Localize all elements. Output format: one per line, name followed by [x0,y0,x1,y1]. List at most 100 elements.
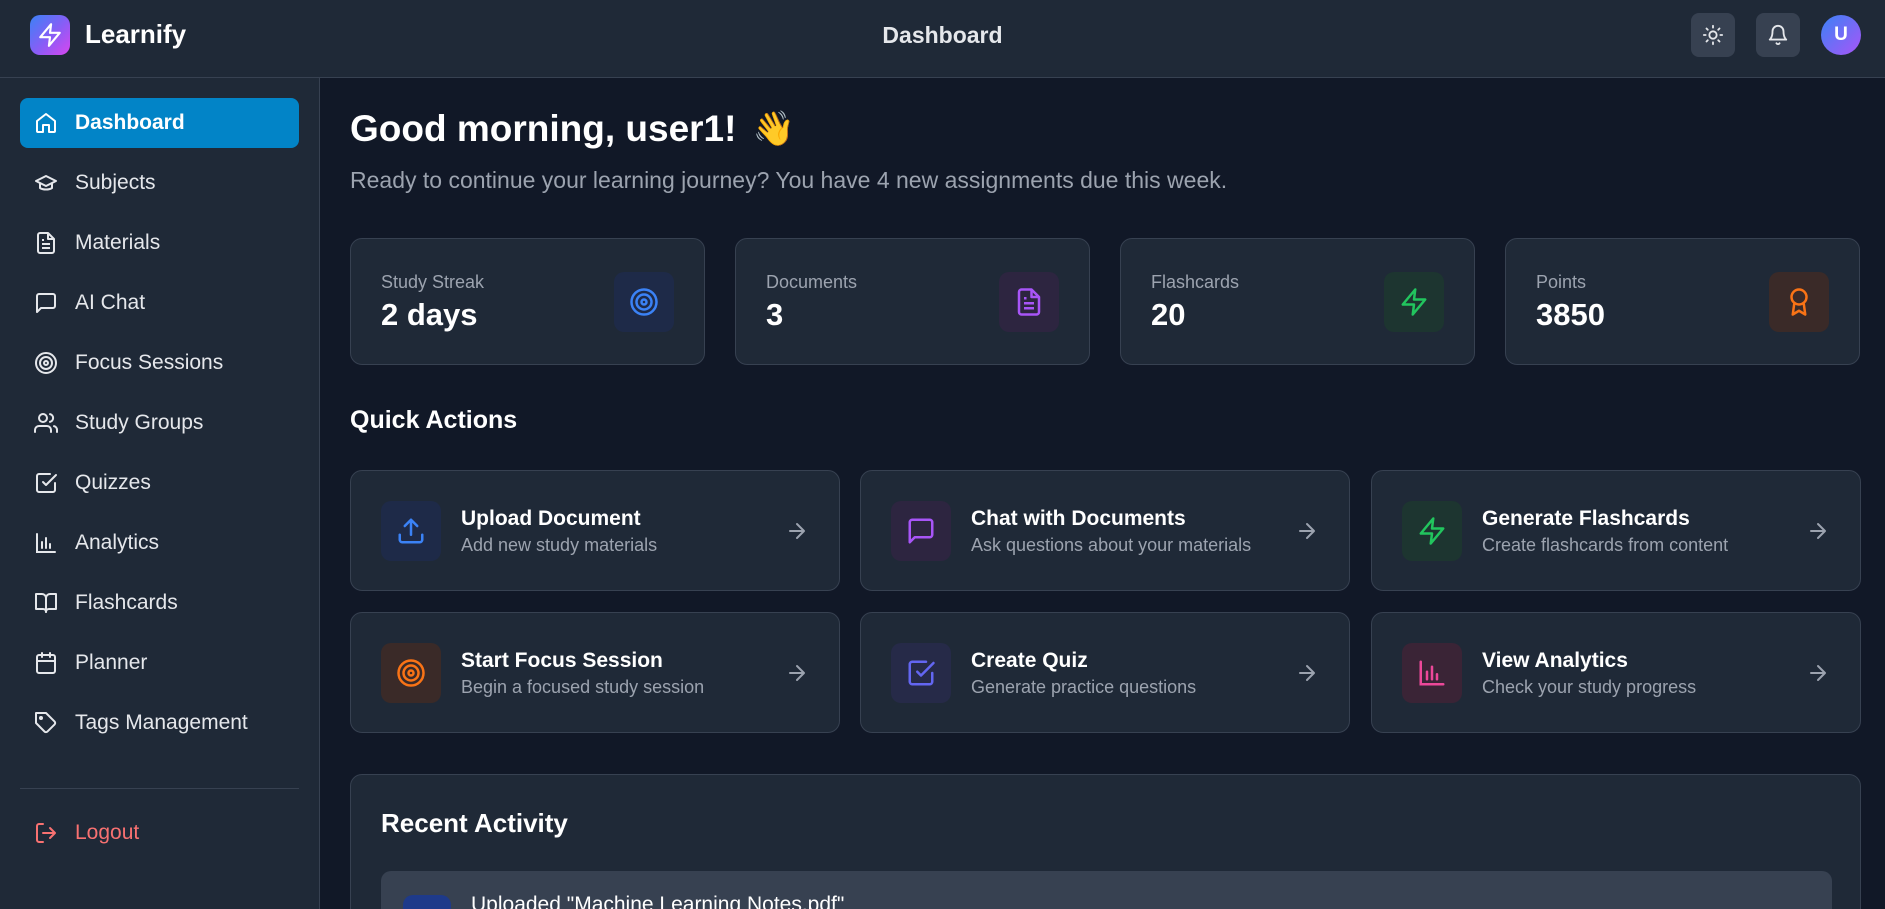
sidebar-item-materials[interactable]: Materials [20,218,299,268]
stat-label: Documents [766,272,858,292]
greeting-heading: Good morning, user1! 👋 [350,108,795,150]
activity-text: Uploaded "Machine Learning Notes.pdf" [471,893,845,909]
generate-flashcards-card[interactable]: Generate Flashcards Create flashcards fr… [1371,470,1861,591]
recent-activity-title: Recent Activity [381,808,568,838]
bar-chart-icon [34,531,58,555]
sidebar-item-label: Tags Management [75,711,248,734]
zap-icon [1402,501,1462,561]
book-open-icon [34,591,58,615]
arrow-right-icon [785,661,809,685]
stat-value: 3 [766,297,784,332]
logout-button[interactable]: Logout [20,808,299,858]
sidebar-item-tags-management[interactable]: Tags Management [20,698,299,748]
logo-zap-icon[interactable] [30,15,70,55]
arrow-right-icon [1295,519,1319,543]
sidebar-item-planner[interactable]: Planner [20,638,299,688]
sidebar-item-label: AI Chat [75,291,146,314]
upload-icon [403,895,451,909]
chat-with-documents-card[interactable]: Chat with Documents Ask questions about … [860,470,1350,591]
stat-value: 20 [1151,297,1186,332]
sidebar-item-study-groups[interactable]: Study Groups [20,398,299,448]
stat-label: Flashcards [1151,272,1240,292]
sidebar-item-label: Materials [75,231,161,254]
action-title: Chat with Documents [971,507,1186,530]
award-icon [1769,272,1829,332]
sidebar-item-subjects[interactable]: Subjects [20,158,299,208]
tag-icon [34,711,58,735]
graduation-cap-icon [34,171,58,195]
home-icon [34,111,58,135]
message-square-icon [34,291,58,315]
stat-card-study-streak: Study Streak 2 days [350,238,705,365]
target-icon [614,272,674,332]
action-description: Create flashcards from content [1482,535,1729,555]
action-title: Start Focus Session [461,649,663,672]
sidebar-item-analytics[interactable]: Analytics [20,518,299,568]
action-title: Generate Flashcards [1482,507,1690,530]
stat-value: 2 days [381,297,478,332]
action-description: Check your study progress [1482,677,1697,697]
sun-icon [1702,24,1724,46]
action-title: View Analytics [1482,649,1628,672]
file-text-icon [999,272,1059,332]
sidebar-item-label: Flashcards [75,591,178,614]
users-icon [34,411,58,435]
action-description: Ask questions about your materials [971,535,1252,555]
arrow-right-icon [1806,519,1830,543]
sidebar-item-label: Analytics [75,531,160,554]
stat-card-flashcards: Flashcards 20 [1120,238,1475,365]
user-avatar[interactable]: U [1821,15,1861,55]
sidebar-item-label: Subjects [75,171,156,194]
file-text-icon [34,231,58,255]
arrow-right-icon [785,519,809,543]
action-description: Generate practice questions [971,677,1197,697]
start-focus-session-card[interactable]: Start Focus Session Begin a focused stud… [350,612,840,733]
sidebar-item-label: Dashboard [75,111,185,134]
greeting-subtitle: Ready to continue your learning journey?… [350,167,1228,193]
sidebar-item-label: Quizzes [75,471,151,494]
logout-label: Logout [75,821,140,844]
activity-item[interactable]: Uploaded "Machine Learning Notes.pdf" [381,871,1832,909]
check-square-icon [34,471,58,495]
stat-label: Points [1536,272,1587,292]
zap-icon [1384,272,1444,332]
sidebar-item-ai-chat[interactable]: AI Chat [20,278,299,328]
create-quiz-card[interactable]: Create Quiz Generate practice questions [860,612,1350,733]
upload-document-card[interactable]: Upload Document Add new study materials [350,470,840,591]
stat-card-documents: Documents 3 [735,238,1090,365]
sidebar-item-label: Study Groups [75,411,204,434]
page-title: Dashboard [882,22,1003,48]
stat-value: 3850 [1536,297,1605,332]
sidebar-item-dashboard[interactable]: Dashboard [20,98,299,148]
sidebar-item-focus-sessions[interactable]: Focus Sessions [20,338,299,388]
arrow-right-icon [1806,661,1830,685]
sidebar-item-flashcards[interactable]: Flashcards [20,578,299,628]
sidebar-item-label: Planner [75,651,148,674]
greeting-text: Good morning, user1! [350,108,737,149]
sidebar-item-quizzes[interactable]: Quizzes [20,458,299,508]
bar-chart-icon [1402,643,1462,703]
view-analytics-card[interactable]: View Analytics Check your study progress [1371,612,1861,733]
check-square-icon [891,643,951,703]
action-title: Create Quiz [971,649,1088,672]
recent-activity-panel: Recent Activity Uploaded "Machine Learni… [350,774,1861,909]
brand-name[interactable]: Learnify [85,19,186,50]
wave-emoji: 👋 [752,110,795,148]
message-square-icon [891,501,951,561]
stat-card-points: Points 3850 [1505,238,1860,365]
theme-toggle-button[interactable] [1691,13,1735,57]
target-icon [381,643,441,703]
top-bar: Learnify Dashboard U [0,0,1885,78]
sidebar: Dashboard Subjects Materials AI Chat Foc… [0,78,320,909]
logout-icon [34,821,58,845]
stat-label: Study Streak [381,272,485,292]
notifications-button[interactable] [1756,13,1800,57]
arrow-right-icon [1295,661,1319,685]
action-title: Upload Document [461,507,641,530]
calendar-icon [34,651,58,675]
action-description: Begin a focused study session [461,677,705,697]
bell-icon [1767,24,1789,46]
upload-icon [381,501,441,561]
action-description: Add new study materials [461,535,658,555]
target-icon [34,351,58,375]
